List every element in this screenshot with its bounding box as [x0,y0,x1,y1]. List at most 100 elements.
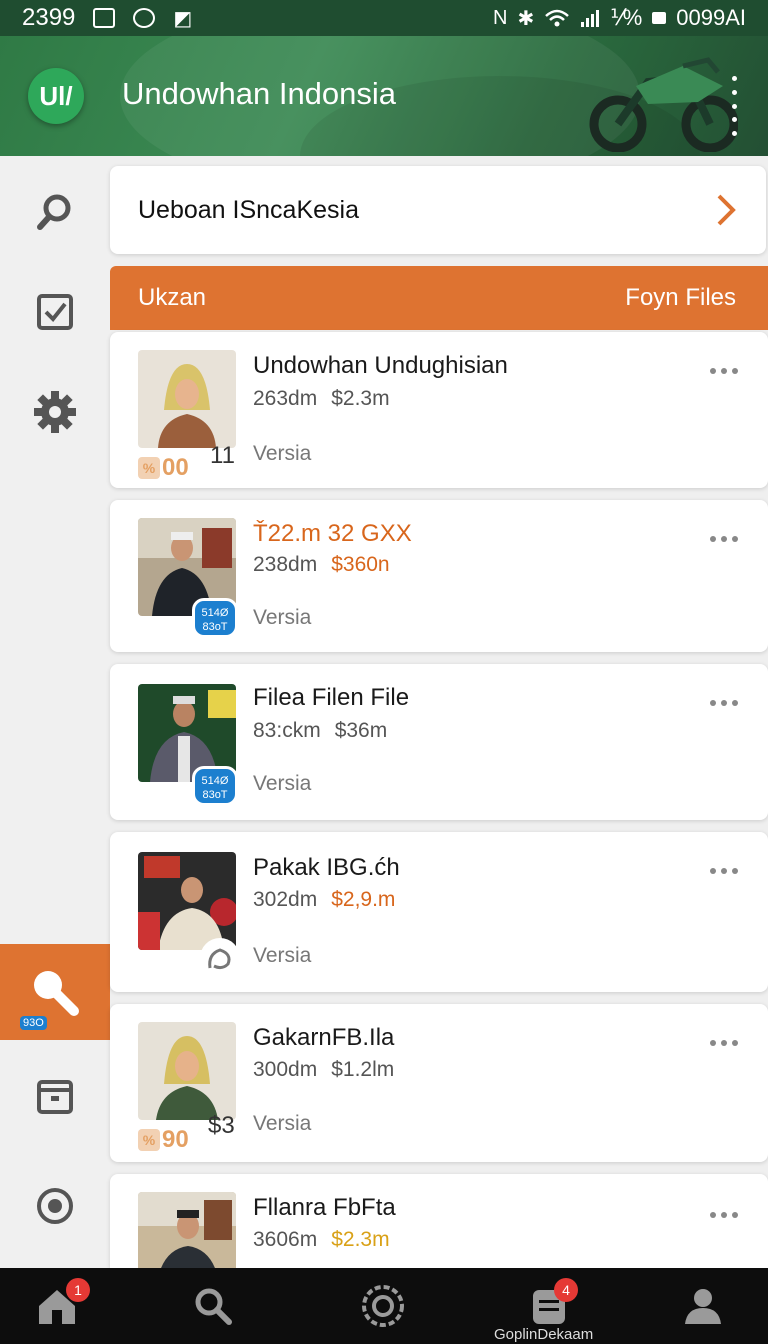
status-time-left: 2399 [22,4,76,31]
nfc-icon: N [492,6,508,29]
nav-profile[interactable] [648,1268,758,1344]
wrench-icon [34,971,79,1016]
search-text: Ueboan ISncaKesia [138,195,359,224]
signal-icon [581,10,600,27]
clock-icon [133,8,156,28]
discount-badge: % 00 [138,454,189,482]
item-size: 302dm [253,888,318,911]
discount-value: 90 [162,1126,189,1153]
item-version: Versia [253,772,312,795]
side-rail: 93O [0,156,110,1268]
item-title: Filea Filen File [253,684,410,711]
section-header: Ukzan Foyn Files [110,266,768,330]
person-photo-icon [138,1022,236,1120]
home-badge: 1 [66,1278,90,1302]
search-icon [37,194,71,230]
item-count: 11 [210,442,235,469]
bottom-nav: 1 4 [0,1268,768,1344]
documents-badge: 4 [554,1278,578,1302]
gallery-icon [93,8,116,28]
bluetooth-icon: ✱ [517,7,535,30]
more-options-icon[interactable] [710,868,738,876]
item-meta: 302dm $2,9.m [253,888,395,912]
item-thumbnail [138,1192,236,1268]
tag-icon: % [138,1129,160,1151]
chevron-right-icon[interactable] [714,192,738,228]
more-options-icon[interactable] [710,536,738,544]
gear-icon [34,391,76,433]
more-options-icon[interactable] [710,700,738,708]
discount-badge: % 90 [138,1126,189,1154]
item-price: $2.3m [331,387,390,410]
item-meta: 300dm $1.2lm [253,1058,394,1082]
item-size: 263dm [253,387,318,410]
section-left-label[interactable]: Ukzan [138,284,206,312]
item-version: Versia [253,1112,312,1135]
target-icon [37,1188,73,1224]
rail-tasks[interactable] [0,264,110,360]
item-size: 83:ckm [253,719,321,742]
rail-settings[interactable] [0,364,110,460]
app-title: Undowhan Indonsia [122,76,397,111]
version-badge: 514Ø 83oT [192,766,238,806]
more-options-icon[interactable] [710,1040,738,1048]
item-price: $36m [334,719,388,742]
item-title: Pakak IBG.ćh [253,854,400,881]
rail-badge: 93O [20,1016,47,1030]
item-thumbnail [138,1022,236,1120]
nav-search[interactable] [158,1268,268,1344]
item-count: $3 [208,1112,235,1139]
item-title: Undowhan Undughisian [253,352,508,379]
person-photo-icon [138,1192,236,1268]
item-version: Versia [253,944,312,967]
item-meta: 238dm $360n [253,553,390,577]
checkbox-icon [37,294,73,330]
list-item[interactable]: 514Ø 83oT Filea Filen File 83:ckm $36m Ve… [110,664,768,820]
item-title: Ť22.m 32 GXX [253,520,412,547]
list-item[interactable]: 514Ø 83oT Ť22.m 32 GXX 238dm $360n Versia [110,500,768,652]
nav-label: GoplinDekaam [494,1326,594,1343]
list-item[interactable]: % 90 $3 GakarnFB.Ila 300dm $1.2lm Versia [110,1004,768,1162]
item-size: 300dm [253,1058,318,1081]
nav-home[interactable]: 1 [2,1268,112,1344]
app-header: Ul/ Undowhan Indonsia [0,36,768,156]
battery-percent: ⅟% [610,5,643,30]
rail-search[interactable] [0,164,110,260]
discount-value: 00 [162,454,189,481]
rail-tools[interactable]: 93O [0,944,110,1040]
wifi-icon [545,9,570,27]
overflow-menu-icon[interactable] [732,76,738,136]
status-bar: 2399 ◩ N ✱ ⅟% 0099AI [0,0,768,36]
motorcycle-icon [589,57,738,152]
list-item[interactable]: Fllanra FbFta 3606m $2.3m [110,1174,768,1268]
more-options-icon[interactable] [710,368,738,376]
item-meta: 83:ckm $36m [253,719,387,743]
edit-icon: ◩ [173,7,193,30]
search-icon [195,1288,232,1325]
app-logo[interactable]: Ul/ [28,68,84,124]
tag-icon: % [138,457,160,479]
item-version: Versia [253,442,312,465]
nav-explore[interactable] [328,1268,438,1344]
list-item[interactable]: % 00 11 Undowhan Undughisian 263dm $2.3m V… [110,332,768,488]
compass-icon [362,1285,404,1327]
item-size: 3606m [253,1228,318,1251]
rail-record[interactable] [0,1158,110,1254]
item-title: GakarnFB.Ila [253,1024,395,1051]
archive-icon [37,1080,73,1114]
rail-archive[interactable] [0,1048,110,1144]
profile-icon [685,1289,721,1324]
section-right-label[interactable]: Foyn Files [625,284,736,312]
item-price: $360n [331,553,390,576]
more-options-icon[interactable] [710,1212,738,1220]
item-thumbnail [138,350,236,448]
search-card[interactable]: Ueboan ISncaKesia [110,166,766,254]
item-version: Versia [253,606,312,629]
item-price: $2.3m [331,1228,390,1251]
person-photo-icon [138,350,236,448]
item-price: $1.2lm [331,1058,395,1081]
version-badge: 514Ø 83oT [192,598,238,638]
list-item[interactable]: Pakak IBG.ćh 302dm $2,9.m Versia [110,832,768,992]
item-size: 238dm [253,553,318,576]
item-title: Fllanra FbFta [253,1194,396,1221]
